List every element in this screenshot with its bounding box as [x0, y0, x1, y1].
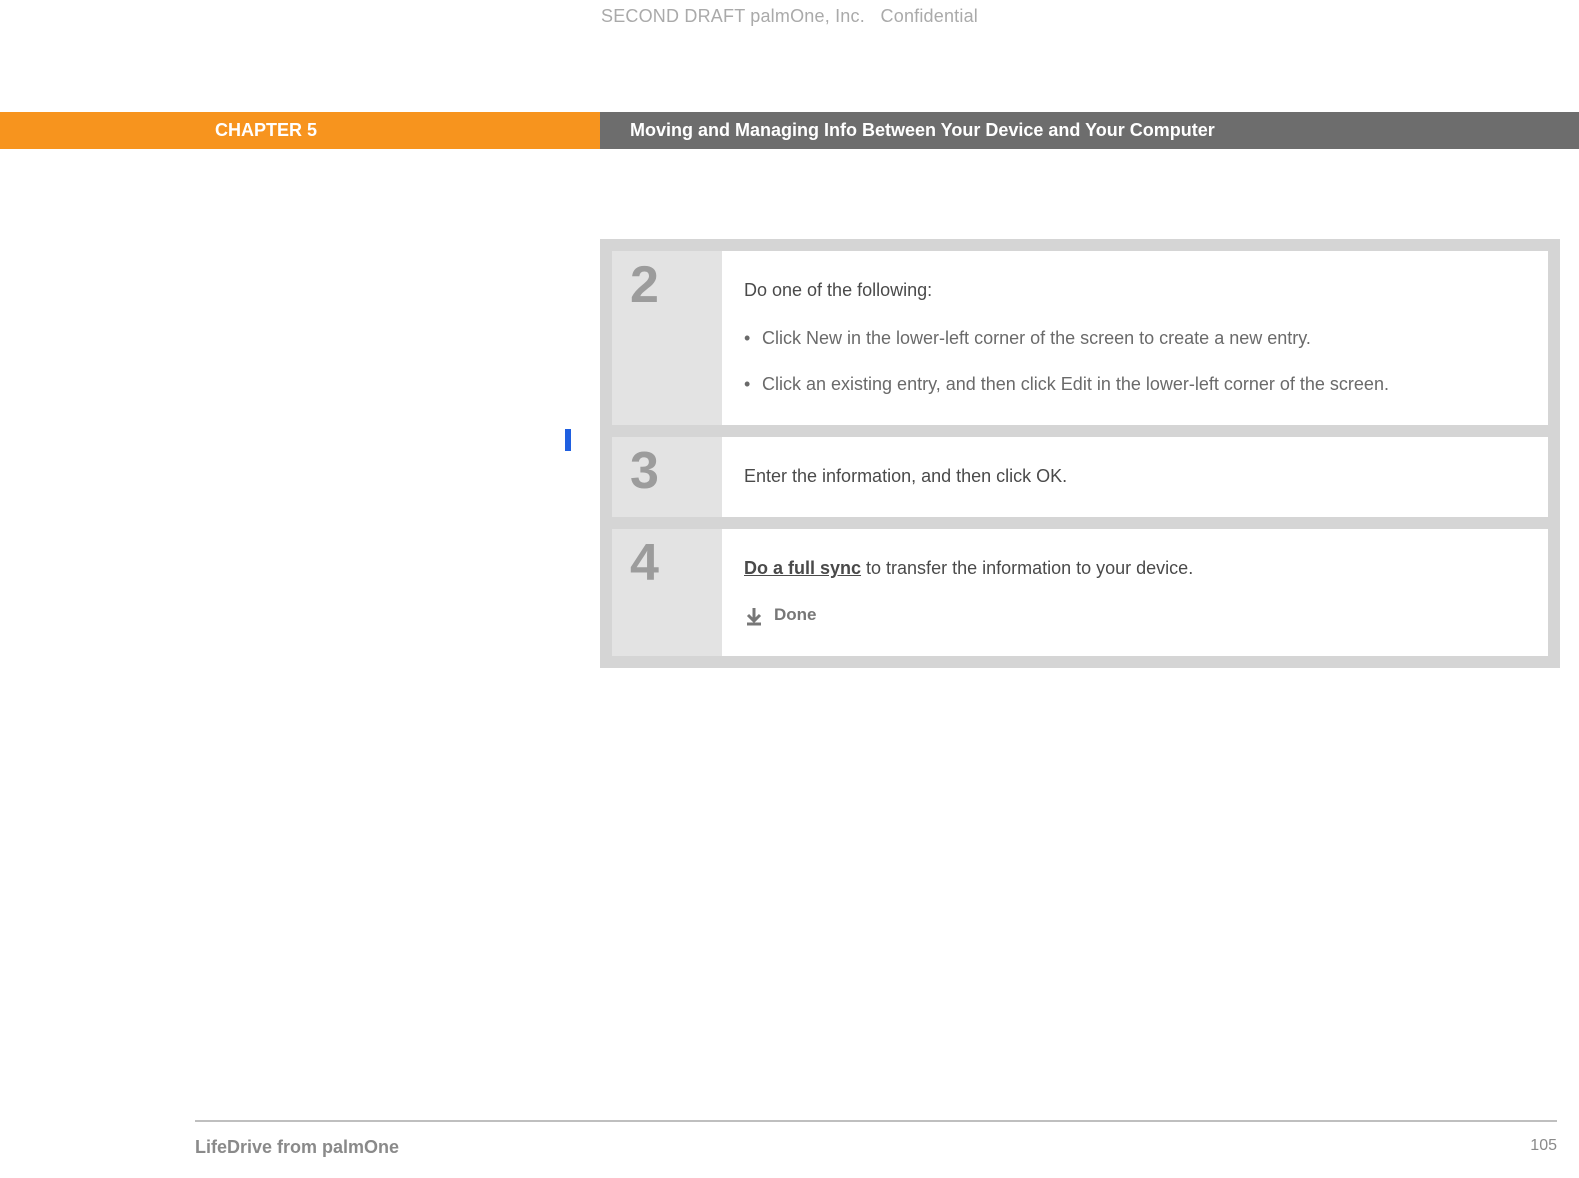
step-body: Do a full sync to transfer the informati… [722, 529, 1548, 656]
step-body: Enter the information, and then click OK… [722, 437, 1548, 517]
chapter-title: Moving and Managing Info Between Your De… [600, 112, 1579, 149]
step-number: 3 [612, 437, 722, 517]
step-row: 4 Do a full sync to transfer the informa… [612, 529, 1548, 656]
footer-product: LifeDrive from palmOne [195, 1137, 399, 1158]
chapter-bar: CHAPTER 5 Moving and Managing Info Betwe… [0, 112, 1579, 149]
done-label: Done [774, 603, 817, 628]
step-number: 2 [612, 251, 722, 425]
step-lead: Do one of the following: [744, 277, 1516, 303]
done-arrow-icon [744, 606, 764, 626]
step-row: 3 Enter the information, and then click … [612, 437, 1548, 517]
step-bullet: Click New in the lower-left corner of th… [744, 325, 1516, 351]
step-text-line: Do a full sync to transfer the informati… [744, 555, 1516, 581]
step-body: Do one of the following: Click New in th… [722, 251, 1548, 425]
page-footer: LifeDrive from palmOne 105 [195, 1137, 1557, 1158]
steps-panel: 2 Do one of the following: Click New in … [600, 239, 1560, 668]
step-text: Enter the information, and then click OK… [744, 466, 1067, 486]
footer-page-number: 105 [1530, 1137, 1557, 1158]
full-sync-link[interactable]: Do a full sync [744, 558, 861, 578]
step-bullet-list: Click New in the lower-left corner of th… [744, 325, 1516, 397]
draft-header-right: Confidential [881, 6, 978, 26]
draft-header-left: SECOND DRAFT palmOne, Inc. [601, 6, 865, 26]
step-number: 4 [612, 529, 722, 656]
draft-header: SECOND DRAFT palmOne, Inc. Confidential [0, 0, 1579, 27]
done-row: Done [744, 603, 1516, 628]
revision-marker [565, 429, 571, 451]
chapter-label: CHAPTER 5 [0, 112, 600, 149]
step-row: 2 Do one of the following: Click New in … [612, 251, 1548, 425]
step-tail-text: to transfer the information to your devi… [861, 558, 1193, 578]
step-bullet: Click an existing entry, and then click … [744, 371, 1516, 397]
footer-rule [195, 1120, 1557, 1122]
